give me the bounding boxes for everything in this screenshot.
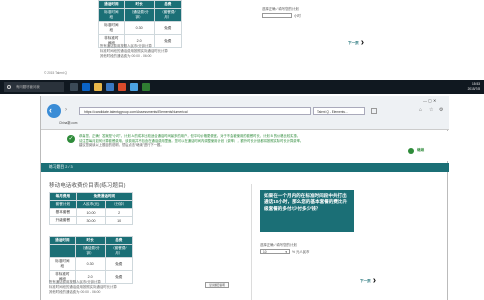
table-cell: 标准时间段 — [98, 8, 125, 22]
table-header: 时长 — [123, 0, 155, 9]
note-line: 其他时段的通话费为 00:00 - 06:00 — [49, 290, 101, 294]
table-header: 免费通话时间 — [75, 192, 134, 201]
browser-window: ‹ › https://candidate.talentqgroup.com/A… — [40, 96, 449, 300]
page-title: 移动电话收费价目表(练习题目) — [49, 183, 126, 189]
notes: 所有通话费用按照人民币/分钟计算 标准时间段的通话费用按照实际通话时长计算 其他… — [49, 280, 117, 295]
feedback-text: 恭喜您，正确！答案是“小时”。计划 A 的成本比较适合通话时间最多的用户，但平均… — [79, 134, 399, 148]
file-explorer-icon[interactable] — [94, 83, 102, 91]
browser-chrome: ‹ › https://candidate.talentqgroup.com/A… — [41, 96, 449, 130]
answer-unit: 小时 — [294, 14, 301, 18]
new-tab-icon[interactable] — [371, 108, 377, 114]
next-button[interactable]: 下一页 › — [360, 276, 376, 286]
chevron-down-icon: ▾ — [285, 250, 287, 254]
back-arrow-icon: ‹ — [49, 105, 52, 115]
table-cell: （通话费/分钟） — [74, 244, 106, 258]
plan-table: 每月费用 免费通话时间 套餐计划 人民币(元) （分钟） 基本套餐 10.00 … — [49, 192, 134, 225]
answer-select-value: 10 — [263, 250, 267, 254]
table-cell: 2 — [105, 208, 133, 217]
table-header: 每月费用 — [49, 192, 77, 201]
progress-bar: 练习题目 2 / 3 — [41, 163, 449, 172]
note-line: 其他时段的通话费为 00:00 - 06:00 — [100, 54, 152, 58]
table-cell: 标准时间段 — [49, 257, 76, 271]
table-header: 通话时间 — [98, 0, 125, 9]
table-cell: 免费 — [104, 257, 134, 271]
table-cell: 套餐计划 — [49, 200, 77, 209]
table-cell: （通话费/分钟） — [123, 8, 155, 22]
clock-date: 2015/7/8 — [467, 87, 480, 91]
task-view-icon[interactable] — [70, 83, 78, 91]
tab-title: Talent Q - Elements... — [317, 110, 348, 114]
tooltip: 显示题目说明 — [205, 282, 229, 288]
feedback-line: 建议您阅读以上题目的说明，然后点击“继续”进行下一题。 — [79, 143, 164, 148]
answer-unit: % 元人民币 — [292, 250, 310, 254]
continue-button[interactable]: 继续 — [408, 148, 425, 154]
next-button[interactable]: 下一页 › — [348, 38, 364, 48]
check-icon: ✓ — [67, 135, 75, 143]
notes: 所有通话费用按照人民币/分钟计算 标准时间段的通话费用按照实际通话时长计算 其他… — [100, 44, 168, 59]
table-header: 通话时间 — [49, 236, 76, 245]
home-icon[interactable]: ⌂ — [419, 107, 422, 113]
table-cell: 免费 — [153, 21, 183, 35]
answer-select[interactable] — [262, 13, 292, 18]
question-pane: 如果在一个月内的在标准时间段中共打出通话10小时，那么您的基本套餐的费比升级套餐… — [251, 184, 449, 300]
table-cell: 标准时间段 — [98, 21, 125, 35]
table-header: 总费 — [153, 0, 183, 9]
table-cell: 10.00 — [75, 208, 107, 217]
table-cell: 10 — [105, 216, 133, 225]
answer-label: 选择正确 / 填写您的计划 — [260, 243, 297, 247]
next-label: 下一页 — [360, 278, 371, 283]
continue-icon — [408, 148, 414, 154]
next-label: 下一页 — [348, 40, 359, 45]
table-cell: （套餐费/月） — [104, 244, 134, 258]
edge-icon[interactable] — [82, 83, 90, 91]
cortana-search[interactable]: 有问题尽管问我 — [4, 82, 64, 92]
favorites-bar-item[interactable]: China新.com — [59, 120, 77, 125]
table-cell: 基本套餐 — [49, 208, 77, 217]
table-cell: 0.30 — [74, 257, 106, 271]
chevron-right-icon: › — [372, 275, 377, 286]
table-cell: 人民币(元) — [75, 200, 107, 209]
question-box: 如果在一个月内的在标准时间段中共打出通话10小时，那么您的基本套餐的费比升级套餐… — [260, 190, 354, 232]
cortana-icon — [7, 85, 11, 89]
window-controls[interactable]: — ▢ ✕ — [423, 98, 436, 103]
table-cell: （分钟） — [105, 200, 133, 209]
clock[interactable]: 15:53 2015/7/8 — [468, 82, 480, 92]
feedback-banner: ✓ 恭喜您，正确！答案是“小时”。计划 A 的成本比较适合通话时间最多的用户，但… — [41, 131, 449, 161]
ie-icon[interactable] — [130, 83, 138, 91]
table-header: 时长 — [74, 236, 106, 245]
table-cell: 30.00 — [75, 216, 107, 225]
forward-icon[interactable]: › — [65, 107, 67, 113]
answer-row: 10 ▾ % 元人民币 — [260, 249, 310, 254]
answer-row: 小时 — [262, 13, 301, 18]
table-cell: 升级套餐 — [49, 216, 77, 225]
table-cell — [49, 244, 76, 258]
gear-icon[interactable]: ⚙ — [439, 107, 443, 113]
address-bar[interactable]: https://candidate.talentqgroup.com/Asses… — [79, 107, 311, 115]
chevron-right-icon: › — [360, 37, 365, 48]
app-icon[interactable] — [142, 83, 150, 91]
footer: © 2015 Talent Q — [44, 71, 68, 75]
table-header: 总费 — [104, 236, 134, 245]
star-icon[interactable]: ☆ — [429, 107, 433, 113]
answer-label: 选择正确 / 填写您的计划 — [262, 7, 299, 11]
previous-screenshot-region: 通话时间 时长 总费 标准时间段 （通话费/分钟） （套餐费/月） 标准时间段 … — [0, 0, 484, 80]
answer-select[interactable]: 10 ▾ — [260, 249, 290, 254]
rate-table: 通话时间 时长 总费 （通话费/分钟） （套餐费/月） 标准时间段 0.30 免… — [49, 236, 134, 284]
store-icon[interactable] — [106, 83, 114, 91]
table-cell: 0.30 — [123, 21, 155, 35]
table-cell: （套餐费/月） — [153, 8, 183, 22]
rate-table-top: 通话时间 时长 总费 标准时间段 （通话费/分钟） （套餐费/月） 标准时间段 … — [98, 0, 183, 48]
browser-tab[interactable]: Talent Q - Elements... — [313, 107, 365, 115]
continue-label: 继续 — [417, 148, 425, 152]
windows-taskbar: 有问题尽管问我 15:53 2015/7/8 — [0, 80, 484, 94]
app-icon[interactable] — [118, 83, 126, 91]
search-placeholder: 有问题尽管问我 — [16, 85, 40, 89]
